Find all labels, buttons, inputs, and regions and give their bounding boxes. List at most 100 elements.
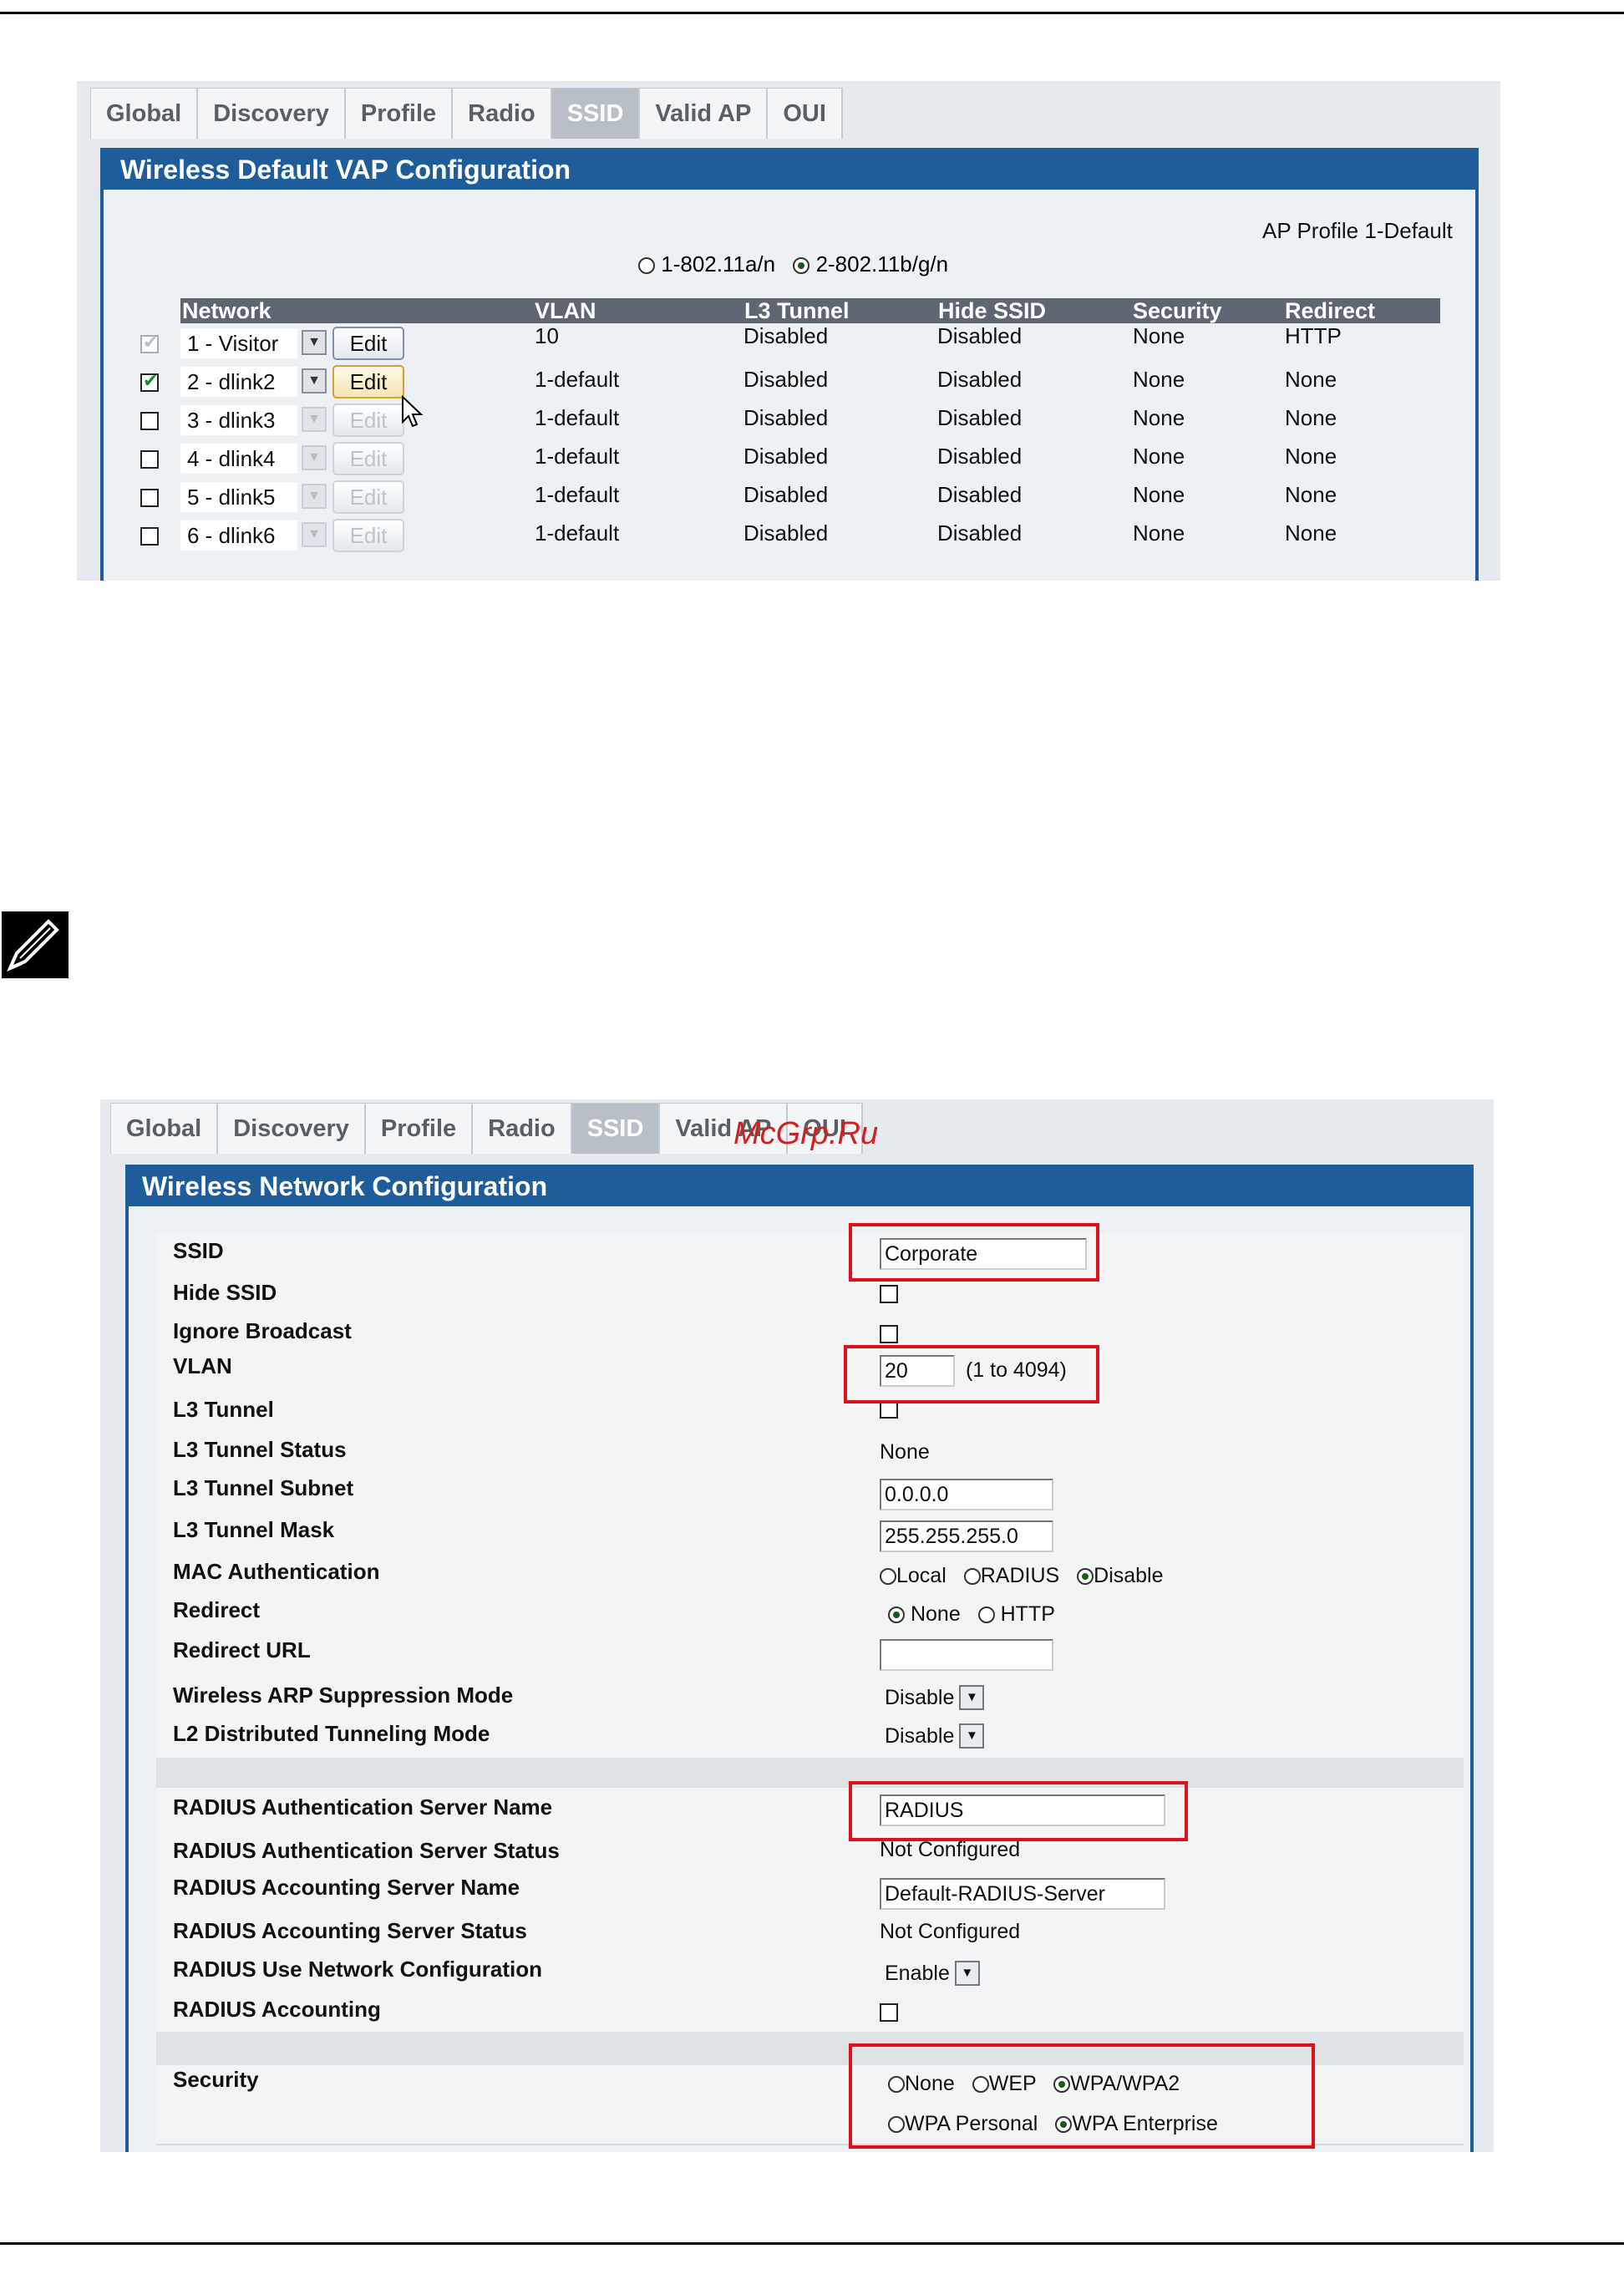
row-l3-mask: L3 Tunnel Mask 255.255.255.0: [156, 1514, 1464, 1557]
chevron-down-icon[interactable]: ▼: [302, 445, 327, 470]
mac-radius-radio[interactable]: [963, 1568, 981, 1586]
row-select-checkbox[interactable]: [140, 450, 159, 469]
watermark: McGrp.Ru: [733, 1116, 879, 1151]
row-radius-use-net: RADIUS Use Network Configuration Enable ▼: [156, 1953, 1464, 1995]
chevron-down-icon[interactable]: ▼: [302, 522, 327, 547]
cell-l3-tunnel: Disabled: [743, 405, 829, 430]
cell-hide-ssid: Disabled: [937, 323, 1023, 348]
row-select-checkbox[interactable]: [140, 332, 159, 353]
cell-redirect: HTTP: [1285, 323, 1342, 348]
spacer-row: [156, 1758, 1464, 1789]
highlight-ssid: [849, 1223, 1099, 1282]
tab-profile[interactable]: Profile: [345, 89, 454, 139]
l3-mask-input[interactable]: 255.255.255.0: [880, 1520, 1053, 1552]
radius-acct-name-label: RADIUS Accounting Server Name: [173, 1875, 520, 1900]
network-select[interactable]: 1 - Visitor: [180, 328, 297, 358]
tab-bar: Global Discovery Profile Radio SSID Vali…: [90, 88, 843, 139]
redirect-url-input[interactable]: [880, 1639, 1053, 1671]
edit-button[interactable]: Edit: [332, 365, 404, 398]
cell-l3-tunnel: Disabled: [743, 367, 829, 392]
table-header: Network VLAN L3 Tunnel Hide SSID Securit…: [180, 298, 1440, 323]
table-row: 2 - dlink2▼Edit 1-default Disabled Disabled…: [104, 362, 1474, 400]
cell-hide-ssid: Disabled: [937, 520, 1023, 546]
tab-global[interactable]: Global: [111, 1104, 219, 1154]
cell-redirect: None: [1285, 444, 1337, 469]
network-select[interactable]: 4 - dlink4: [180, 444, 297, 474]
mac-local-label: Local: [896, 1564, 946, 1587]
network-select[interactable]: 2 - dlink2: [180, 367, 297, 397]
network-select[interactable]: 3 - dlink3: [180, 405, 297, 435]
tab-radio[interactable]: Radio: [473, 1104, 572, 1154]
row-ssid: SSID Corporate: [156, 1233, 1464, 1275]
edit-button[interactable]: Edit: [332, 404, 404, 437]
cell-redirect: None: [1285, 405, 1337, 430]
arp-select[interactable]: Disable: [880, 1683, 954, 1713]
l3-status-label: L3 Tunnel Status: [173, 1437, 347, 1462]
edit-button[interactable]: Edit: [332, 327, 404, 360]
ap-profile-label: AP Profile 1-Default: [1262, 218, 1453, 243]
redirect-label: Redirect: [173, 1597, 261, 1622]
chevron-down-icon[interactable]: ▼: [302, 368, 327, 393]
row-radius-auth-name: RADIUS Authentication Server Name RADIUS: [156, 1788, 1464, 1835]
chevron-down-icon[interactable]: ▼: [302, 407, 327, 432]
radio-80211bgn[interactable]: [793, 257, 810, 275]
tab-global[interactable]: Global: [91, 89, 199, 139]
chevron-down-icon[interactable]: ▼: [959, 1723, 985, 1749]
row-l3-tunnel: L3 Tunnel: [156, 1393, 1464, 1434]
tab-radio[interactable]: Radio: [453, 89, 552, 139]
edit-button[interactable]: Edit: [332, 480, 404, 514]
mouse-pointer-icon: [401, 394, 424, 433]
row-ignore-broadcast: Ignore Broadcast: [156, 1313, 1464, 1353]
cell-security: None: [1133, 444, 1185, 469]
tab-profile[interactable]: Profile: [365, 1104, 474, 1154]
l2-select[interactable]: Disable: [880, 1721, 954, 1751]
network-select[interactable]: 5 - dlink5: [180, 482, 297, 512]
ignore-broadcast-checkbox[interactable]: [880, 1325, 898, 1344]
tab-oui[interactable]: OUI: [768, 89, 843, 139]
row-radius-acct-name: RADIUS Accounting Server Name Default-RA…: [156, 1871, 1464, 1916]
tab-discovery[interactable]: Discovery: [218, 1104, 366, 1154]
cell-hide-ssid: Disabled: [937, 444, 1023, 469]
cell-hide-ssid: Disabled: [937, 405, 1023, 430]
mac-disable-radio[interactable]: [1077, 1568, 1094, 1586]
chevron-down-icon[interactable]: ▼: [954, 1961, 980, 1986]
cell-security: None: [1133, 520, 1185, 546]
chevron-down-icon[interactable]: ▼: [959, 1685, 985, 1710]
cell-redirect: None: [1285, 367, 1337, 392]
ssid-label: SSID: [173, 1238, 224, 1263]
edit-button[interactable]: Edit: [332, 519, 404, 552]
chevron-down-icon[interactable]: ▼: [302, 330, 327, 355]
radio-80211an[interactable]: [638, 257, 655, 275]
hide-ssid-checkbox[interactable]: [880, 1285, 898, 1304]
l3-mask-label: L3 Tunnel Mask: [173, 1517, 335, 1542]
redirect-http-label: HTTP: [1000, 1602, 1055, 1626]
radius-use-net-select[interactable]: Enable: [880, 1958, 950, 1988]
redirect-http-radio[interactable]: [977, 1607, 995, 1624]
tab-valid-ap[interactable]: Valid AP: [640, 89, 769, 139]
row-select-checkbox[interactable]: [140, 527, 159, 546]
table-row: 1 - Visitor▼Edit 10 Disabled Disabled None HT…: [104, 323, 1474, 362]
row-select-checkbox[interactable]: [140, 412, 159, 430]
radius-acct-checkbox[interactable]: [880, 2003, 898, 2023]
redirect-none-radio[interactable]: [888, 1607, 905, 1624]
l3-tunnel-label: L3 Tunnel: [173, 1397, 274, 1422]
cell-l3-tunnel: Disabled: [743, 520, 829, 546]
radius-acct-name-input[interactable]: Default-RADIUS-Server: [880, 1878, 1165, 1910]
tab-ssid[interactable]: SSID: [571, 1104, 661, 1154]
mac-local-radio[interactable]: [880, 1568, 896, 1586]
arp-cell: Disable ▼: [880, 1683, 985, 1713]
col-l3-tunnel: L3 Tunnel: [744, 298, 850, 323]
row-select-checkbox[interactable]: [140, 370, 159, 392]
table-row: 4 - dlink4 ▼ Edit 1-default Disabled Disabled…: [104, 439, 1474, 477]
l2-label: L2 Distributed Tunneling Mode: [173, 1721, 490, 1746]
row-select-checkbox[interactable]: [140, 489, 159, 507]
row-arp: Wireless ARP Suppression Mode Disable ▼: [156, 1678, 1464, 1718]
tab-discovery[interactable]: Discovery: [198, 89, 346, 139]
network-select[interactable]: 6 - dlink6: [180, 520, 297, 551]
tab-ssid[interactable]: SSID: [551, 89, 641, 139]
cell-vlan: 1-default: [535, 520, 620, 546]
l3-subnet-input[interactable]: 0.0.0.0: [880, 1479, 1053, 1510]
edit-button[interactable]: Edit: [332, 442, 404, 475]
chevron-down-icon[interactable]: ▼: [302, 484, 327, 509]
radio-80211an-label: 1-802.11a/n: [661, 251, 776, 277]
